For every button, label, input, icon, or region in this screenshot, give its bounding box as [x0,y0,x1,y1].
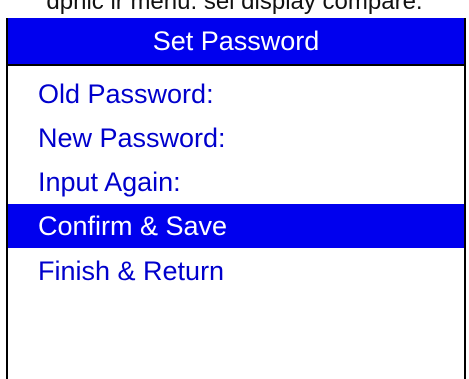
canvas: dphic ir menu. sel display compare. Set … [0,0,469,379]
cropped-caption-text: dphic ir menu. sel display compare. [46,0,423,15]
password-screen: Set Password Old Password: New Password:… [6,18,466,379]
menu-item-finish-return[interactable]: Finish & Return [8,249,464,293]
menu-item-input-again[interactable]: Input Again: [8,160,464,204]
menu-item-confirm-save[interactable]: Confirm & Save [8,204,464,248]
screen-title: Set Password [8,18,464,64]
title-divider [8,64,464,66]
menu-item-old-password[interactable]: Old Password: [8,72,464,116]
menu-item-new-password[interactable]: New Password: [8,116,464,160]
